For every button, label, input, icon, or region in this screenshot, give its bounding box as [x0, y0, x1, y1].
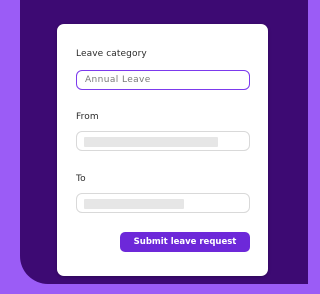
leave-category-value: Annual Leave	[85, 75, 151, 85]
to-date-field[interactable]	[76, 193, 250, 213]
from-date-label: From	[76, 112, 99, 122]
to-date-label: To	[76, 174, 86, 184]
from-date-placeholder-bar	[84, 137, 218, 147]
leave-request-form-card: Leave category Annual Leave From To Subm…	[57, 24, 268, 276]
to-date-placeholder-bar	[84, 199, 184, 209]
submit-leave-request-button[interactable]: Submit leave request	[120, 232, 250, 252]
leave-category-field[interactable]: Annual Leave	[76, 70, 250, 90]
leave-category-label: Leave category	[76, 49, 147, 59]
from-date-field[interactable]	[76, 131, 250, 151]
